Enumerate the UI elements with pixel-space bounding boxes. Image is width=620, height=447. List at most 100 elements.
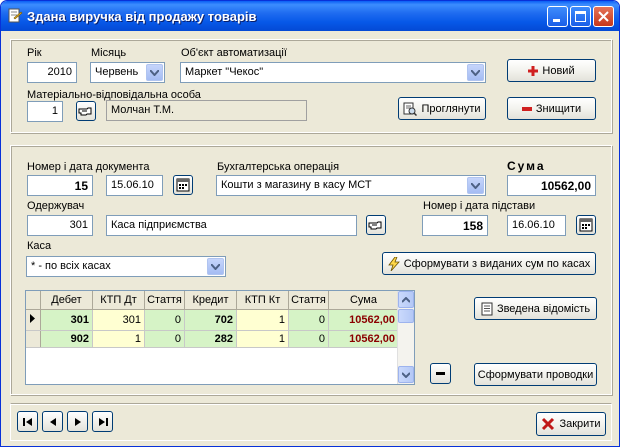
generate-postings-label: Сформувати проводки xyxy=(477,368,594,381)
doc-date-input[interactable]: 15.06.10 xyxy=(106,175,163,196)
year-input[interactable]: 2010 xyxy=(27,62,77,83)
person-lookup-button[interactable] xyxy=(76,101,96,121)
previous-record-button[interactable] xyxy=(42,411,63,432)
cell-article-dt[interactable]: 0 xyxy=(144,309,185,331)
view-button[interactable]: Проглянути xyxy=(398,97,486,120)
previous-icon xyxy=(50,418,56,426)
current-row-arrow-icon xyxy=(30,313,35,323)
operation-dropdown-button[interactable] xyxy=(467,177,484,194)
close-icon xyxy=(598,11,609,22)
row-indicator xyxy=(26,309,41,331)
recipient-lookup-button[interactable] xyxy=(366,215,386,235)
cell-ktp-kt[interactable]: 1 xyxy=(236,309,289,331)
document-view-icon xyxy=(403,102,418,116)
cell-ktp-dt[interactable]: 301 xyxy=(92,309,145,331)
delete-button[interactable]: Знищити xyxy=(507,97,596,120)
doc-number-label: Номер і дата документа xyxy=(27,161,150,173)
doc-number-input[interactable]: 15 xyxy=(27,175,93,196)
last-record-button[interactable] xyxy=(92,411,113,432)
chevron-up-icon xyxy=(402,297,410,303)
minus-icon xyxy=(521,106,532,111)
next-record-button[interactable] xyxy=(67,411,88,432)
main-window: Здана виручка від продажу товарів Рік 20… xyxy=(0,0,620,447)
month-dropdown-button[interactable] xyxy=(146,64,163,81)
maximize-button[interactable] xyxy=(570,6,591,27)
remove-posting-button[interactable] xyxy=(430,363,451,384)
cell-sum[interactable]: 10562,00 xyxy=(328,330,399,348)
table-row[interactable]: 301 301 0 702 1 0 10562,00 xyxy=(26,309,399,331)
minimize-button[interactable] xyxy=(547,6,568,27)
app-icon xyxy=(8,8,23,23)
col-ktp-kt[interactable]: КТП Кт xyxy=(236,291,289,310)
col-sum[interactable]: Сума xyxy=(328,291,399,310)
title-bar[interactable]: Здана виручка від продажу товарів xyxy=(1,1,619,31)
calendar-icon xyxy=(176,178,190,192)
cell-credit[interactable]: 702 xyxy=(184,309,237,331)
month-select[interactable]: Червень xyxy=(90,62,165,83)
generate-button-label: Сформувати з виданих сум по касах xyxy=(403,257,591,270)
cell-article-kt[interactable]: 0 xyxy=(288,330,329,348)
cash-label: Каса xyxy=(27,240,52,252)
cell-debit[interactable]: 902 xyxy=(40,330,93,348)
first-icon xyxy=(23,418,32,426)
table-row[interactable]: 902 1 0 282 1 0 10562,00 xyxy=(26,330,399,348)
close-button-label: Закрити xyxy=(559,418,601,430)
close-window-button[interactable] xyxy=(593,6,614,27)
col-article-dt[interactable]: Стаття xyxy=(144,291,185,310)
summary-button[interactable]: Зведена відомість xyxy=(474,297,597,320)
cell-credit[interactable]: 282 xyxy=(184,330,237,348)
maximize-icon xyxy=(575,11,586,22)
object-select[interactable]: Маркет "Чекос" xyxy=(180,62,486,83)
cell-ktp-kt[interactable]: 1 xyxy=(236,330,289,348)
cell-ktp-dt[interactable]: 1 xyxy=(92,330,145,348)
month-label: Місяць xyxy=(91,47,127,59)
chevron-down-icon xyxy=(402,372,410,378)
next-icon xyxy=(75,418,81,426)
col-debit[interactable]: Дебет xyxy=(40,291,93,310)
grid-corner xyxy=(26,291,41,310)
scroll-down-button[interactable] xyxy=(398,366,414,383)
generate-postings-button[interactable]: Сформувати проводки xyxy=(474,363,597,386)
pointing-hand-icon xyxy=(368,221,382,230)
new-button[interactable]: Новий xyxy=(507,59,596,82)
object-dropdown-button[interactable] xyxy=(467,64,484,81)
recipient-code-input[interactable]: 301 xyxy=(27,215,93,236)
close-button[interactable]: Закрити xyxy=(536,412,606,436)
col-ktp-dt[interactable]: КТП Дт xyxy=(92,291,145,310)
basis-number-input[interactable]: 158 xyxy=(422,215,488,236)
minimize-icon xyxy=(553,19,560,22)
recipient-name-field[interactable]: Каса підприємства xyxy=(106,215,357,236)
cell-article-dt[interactable]: 0 xyxy=(144,330,185,348)
plus-icon xyxy=(528,65,539,76)
grid-vertical-scrollbar[interactable] xyxy=(397,291,414,384)
cell-sum[interactable]: 10562,00 xyxy=(328,309,399,331)
recipient-label: Одержувач xyxy=(27,200,85,212)
generate-from-cash-button[interactable]: Сформувати з виданих сум по касах xyxy=(382,252,596,275)
doc-calendar-button[interactable] xyxy=(173,175,193,195)
basis-date-input[interactable]: 16.06.10 xyxy=(507,215,566,236)
document-icon xyxy=(481,302,493,315)
postings-grid[interactable]: Дебет КТП Дт Стаття Кредит КТП Кт Стаття… xyxy=(25,290,415,385)
close-x-icon xyxy=(542,417,555,431)
cash-dropdown-button[interactable] xyxy=(207,258,224,275)
window-title: Здана виручка від продажу товарів xyxy=(27,9,257,24)
chevron-down-icon xyxy=(471,70,480,76)
person-name-field: Молчан Т.М. xyxy=(106,100,307,121)
sum-input[interactable]: 10562,00 xyxy=(507,175,596,196)
first-record-button[interactable] xyxy=(17,411,38,432)
cell-debit[interactable]: 301 xyxy=(40,309,93,331)
col-credit[interactable]: Кредит xyxy=(184,291,237,310)
basis-label: Номер і дата підстави xyxy=(423,200,536,212)
object-value: Маркет "Чекос" xyxy=(185,66,264,78)
cash-select[interactable]: * - по всіх касах xyxy=(26,256,226,277)
scroll-thumb[interactable] xyxy=(398,309,414,323)
col-article-kt[interactable]: Стаття xyxy=(288,291,329,310)
cell-article-kt[interactable]: 0 xyxy=(288,309,329,331)
delete-button-label: Знищити xyxy=(535,102,582,115)
postings-table: Дебет КТП Дт Стаття Кредит КТП Кт Стаття… xyxy=(26,291,399,348)
operation-select[interactable]: Кошти з магазину в касу МСТ xyxy=(216,175,486,196)
row-indicator xyxy=(26,330,41,348)
person-code-input[interactable]: 1 xyxy=(27,101,63,122)
basis-calendar-button[interactable] xyxy=(576,215,596,235)
scroll-up-button[interactable] xyxy=(398,291,414,308)
